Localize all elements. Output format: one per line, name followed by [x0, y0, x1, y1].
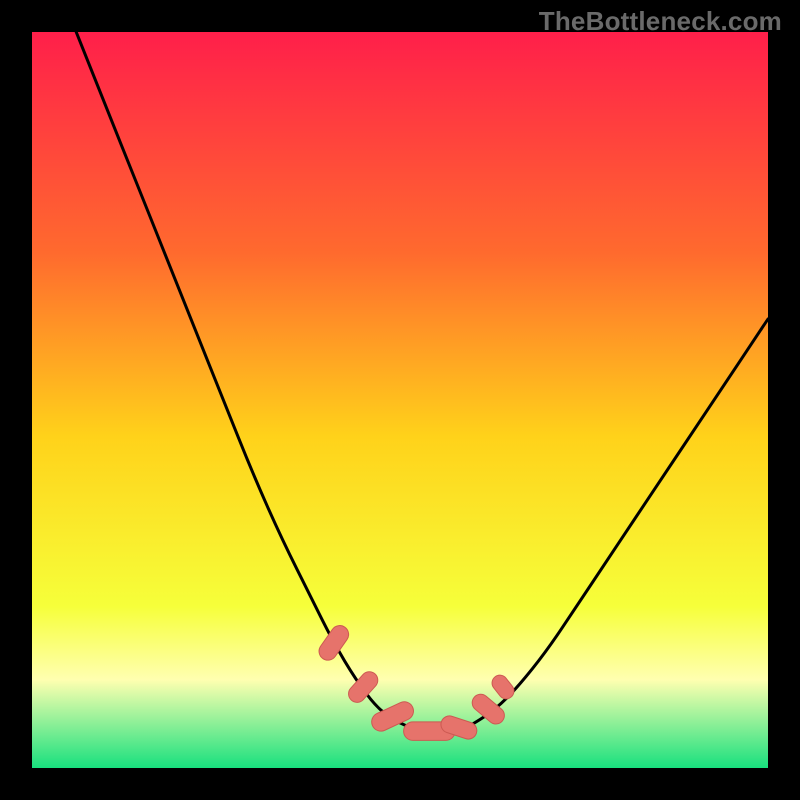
outer-frame: TheBottleneck.com [0, 0, 800, 800]
gradient-background [32, 32, 768, 768]
bottleneck-chart [32, 32, 768, 768]
plot-area [32, 32, 768, 768]
watermark-text: TheBottleneck.com [539, 6, 782, 37]
